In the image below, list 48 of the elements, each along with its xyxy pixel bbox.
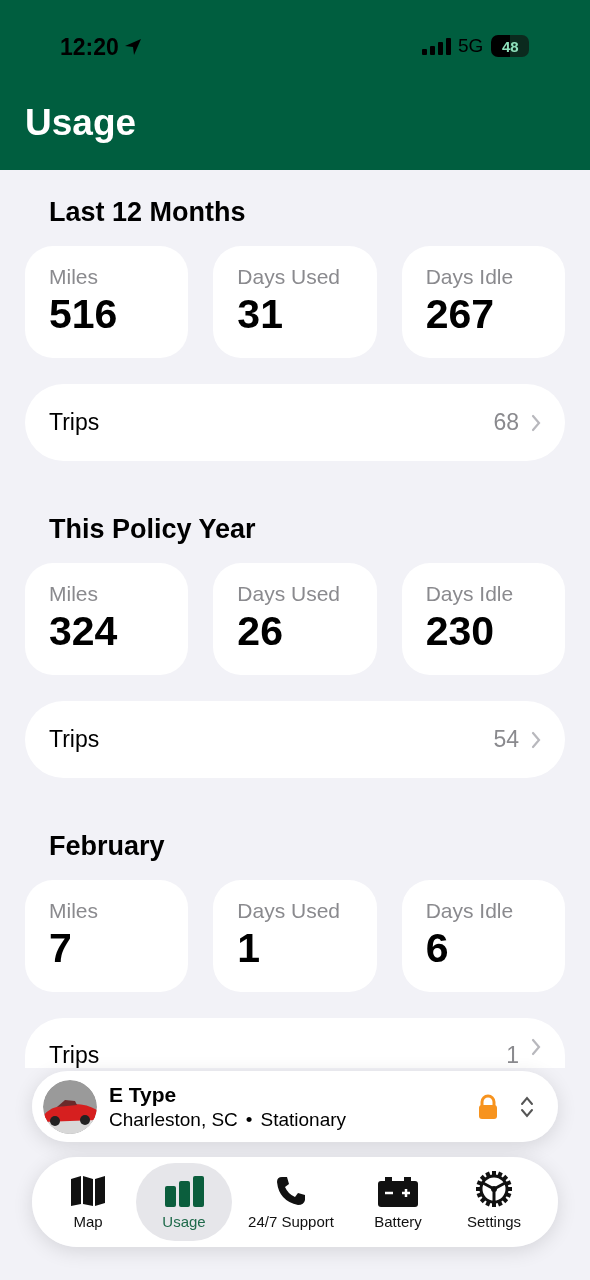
tab-item[interactable]: Settings bbox=[446, 1163, 542, 1241]
trips-row[interactable]: Trips 68 bbox=[25, 384, 565, 461]
gear-icon bbox=[476, 1171, 512, 1207]
stat-value: 324 bbox=[49, 607, 119, 655]
tab-item[interactable]: 24/7 Support bbox=[232, 1163, 350, 1241]
stat-label: Days Idle bbox=[425, 264, 515, 290]
bar-chart-icon bbox=[164, 1175, 204, 1207]
separator-dot: • bbox=[245, 1107, 253, 1132]
stat-label: Days Used bbox=[237, 898, 342, 924]
map-icon bbox=[70, 1175, 106, 1207]
stat-value: 31 bbox=[237, 290, 284, 338]
stat-value: 26 bbox=[237, 607, 284, 655]
vehicle-card[interactable]: E Type Charleston, SC • Stationary bbox=[32, 1071, 558, 1142]
section-title: February bbox=[49, 830, 166, 863]
stat-value: 1 bbox=[237, 924, 262, 972]
chevron-right-icon bbox=[531, 413, 541, 432]
network-label: 5G bbox=[458, 34, 484, 58]
stat-value: 7 bbox=[49, 924, 73, 972]
trips-row[interactable]: Trips 54 bbox=[25, 701, 565, 778]
section-title: Last 12 Months bbox=[49, 196, 247, 229]
stat-label: Miles bbox=[49, 898, 99, 924]
battery-indicator: 48 bbox=[491, 35, 530, 58]
page-title: Usage bbox=[25, 101, 137, 145]
stat-label: Days Used bbox=[237, 264, 342, 290]
car-battery-icon bbox=[378, 1177, 418, 1207]
signal-icon bbox=[422, 36, 452, 57]
chevron-right-icon bbox=[531, 1038, 541, 1056]
tab-item[interactable]: Usage bbox=[136, 1163, 232, 1241]
stat-label: Days Used bbox=[237, 581, 342, 607]
trips-row[interactable]: Trips 1 bbox=[25, 1018, 565, 1068]
vehicle-name: E Type bbox=[109, 1081, 178, 1108]
phone-icon bbox=[275, 1175, 307, 1207]
stat-value: 230 bbox=[425, 607, 496, 655]
up-down-chevron-icon bbox=[520, 1095, 534, 1118]
stat-label: Miles bbox=[49, 581, 99, 607]
vehicle-location: Charleston, SC bbox=[109, 1107, 238, 1132]
status-time: 12:20 bbox=[60, 33, 119, 62]
tab-item[interactable]: Battery bbox=[350, 1163, 446, 1241]
tab-item[interactable]: Map bbox=[40, 1163, 136, 1241]
chevron-right-icon bbox=[531, 730, 541, 749]
stat-label: Miles bbox=[49, 264, 99, 290]
vehicle-state: Stationary bbox=[260, 1107, 347, 1132]
section-title: This Policy Year bbox=[49, 513, 257, 546]
stat-label: Days Idle bbox=[425, 898, 515, 924]
stat-label: Days Idle bbox=[425, 581, 515, 607]
stat-value: 6 bbox=[425, 924, 450, 972]
stat-value: 267 bbox=[425, 290, 496, 338]
stat-value: 516 bbox=[49, 290, 119, 338]
